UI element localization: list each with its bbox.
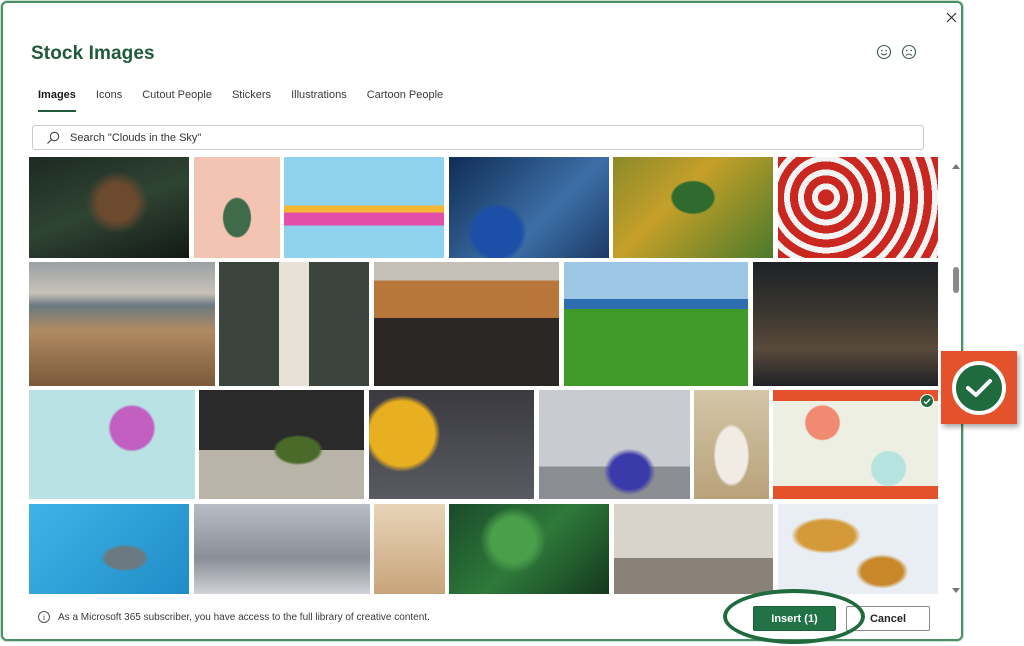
image-thumbnail[interactable] <box>199 390 364 499</box>
close-button[interactable] <box>941 7 961 27</box>
search-icon <box>47 131 60 144</box>
tab-illustrations[interactable]: Illustrations <box>291 89 347 113</box>
image-thumbnail[interactable] <box>194 504 370 594</box>
checkmark-circle-icon <box>952 360 1006 415</box>
selected-checkmark-icon <box>920 394 934 408</box>
tab-images[interactable]: Images <box>38 89 76 113</box>
search-input[interactable] <box>70 131 870 144</box>
dialog-title: Stock Images <box>31 43 155 64</box>
insert-button[interactable]: Insert (1) <box>753 606 836 631</box>
tab-icons[interactable]: Icons <box>96 89 122 113</box>
info-text: As a Microsoft 365 subscriber, you have … <box>58 611 430 623</box>
image-thumbnail[interactable] <box>29 157 189 258</box>
image-thumbnail[interactable] <box>369 390 534 499</box>
image-thumbnail[interactable] <box>29 262 215 386</box>
image-thumbnail[interactable] <box>374 262 559 386</box>
scrollbar-thumb[interactable] <box>953 267 959 293</box>
frown-icon <box>901 44 917 60</box>
image-thumbnail[interactable] <box>614 504 773 594</box>
image-thumbnail[interactable] <box>29 504 189 594</box>
info-icon: i <box>38 611 50 623</box>
subscriber-info: i As a Microsoft 365 subscriber, you hav… <box>38 611 430 623</box>
image-thumbnail[interactable] <box>449 504 609 594</box>
scroll-down-button[interactable] <box>950 583 962 593</box>
cancel-button[interactable]: Cancel <box>846 606 930 631</box>
image-thumbnail[interactable] <box>694 390 769 499</box>
image-thumbnail[interactable] <box>778 157 938 258</box>
category-tabs: Images Icons Cutout People Stickers Illu… <box>38 89 463 113</box>
smile-icon <box>876 44 892 60</box>
image-thumbnail[interactable] <box>564 262 748 386</box>
image-thumbnail[interactable] <box>613 157 773 258</box>
triangle-up-icon <box>952 164 960 169</box>
frown-feedback-button[interactable] <box>901 44 919 62</box>
image-thumbnail[interactable] <box>194 157 280 258</box>
smile-feedback-button[interactable] <box>876 44 894 62</box>
scroll-up-button[interactable] <box>950 158 962 169</box>
image-thumbnail[interactable] <box>753 262 938 386</box>
close-icon <box>946 12 956 22</box>
tab-stickers[interactable]: Stickers <box>232 89 271 113</box>
image-thumbnail[interactable] <box>539 390 690 499</box>
image-thumbnail[interactable] <box>29 390 195 499</box>
search-box[interactable] <box>32 125 924 150</box>
image-thumbnail[interactable] <box>219 262 369 386</box>
tab-cutout-people[interactable]: Cutout People <box>142 89 212 113</box>
image-thumbnail[interactable] <box>778 504 938 594</box>
image-thumbnail[interactable] <box>284 157 444 258</box>
image-thumbnail[interactable] <box>773 390 938 499</box>
image-thumbnail[interactable] <box>449 157 609 258</box>
selected-callout <box>941 351 1017 424</box>
triangle-down-icon <box>952 588 960 593</box>
tab-cartoon-people[interactable]: Cartoon People <box>367 89 443 113</box>
image-thumbnail[interactable] <box>374 504 445 594</box>
